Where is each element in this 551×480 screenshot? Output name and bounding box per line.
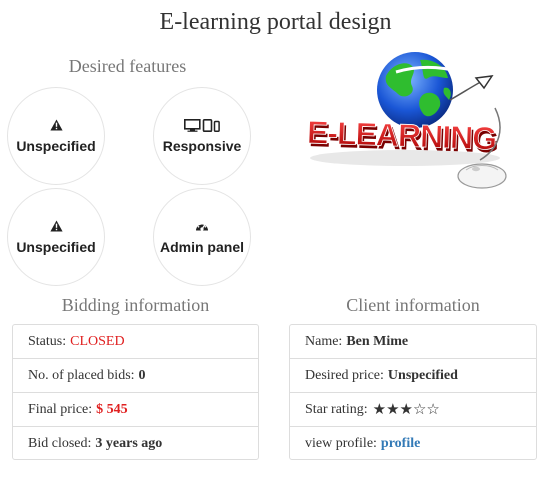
e-learning-logo: E-LEARNING E-LEARNING bbox=[300, 48, 530, 198]
star-empty-icon: ☆ bbox=[412, 400, 427, 418]
desired-price-value: Unspecified bbox=[387, 367, 458, 383]
feature-label: Admin panel bbox=[159, 239, 244, 255]
status-label: Status: bbox=[28, 333, 67, 349]
dashboard-icon bbox=[195, 219, 209, 233]
warning-icon bbox=[49, 118, 63, 132]
page-title: E-learning portal design bbox=[159, 9, 392, 35]
desired-price-row: Desired price: Unspecified bbox=[290, 359, 536, 393]
final-price-label: Final price: bbox=[28, 401, 93, 417]
feature-unspecified-2: Unspecified bbox=[7, 188, 105, 286]
view-profile-row: view profile: profile bbox=[290, 427, 536, 461]
star-filled-icon: ★ bbox=[386, 400, 400, 418]
star-filled-icon: ★ bbox=[372, 400, 387, 418]
logo-text: E-LEARNING bbox=[306, 114, 496, 157]
warning-icon bbox=[49, 219, 63, 233]
star-rating: ★ ★ ★ ☆ ☆ bbox=[373, 402, 440, 417]
feature-label: Unspecified bbox=[16, 138, 96, 154]
client-heading: Client information bbox=[346, 295, 480, 315]
star-empty-icon: ☆ bbox=[426, 400, 440, 418]
devices-icon bbox=[184, 118, 220, 132]
bidding-heading: Bidding information bbox=[61, 295, 210, 315]
client-name-value: Ben Mime bbox=[346, 333, 409, 349]
status-badge: CLOSED bbox=[70, 333, 125, 349]
bids-count-row: No. of placed bids: 0 bbox=[13, 359, 258, 393]
desired-price-label: Desired price: bbox=[305, 367, 384, 383]
client-name-label: Name: bbox=[305, 333, 343, 349]
status-row: Status: CLOSED bbox=[13, 325, 258, 359]
feature-label: Responsive bbox=[162, 138, 242, 154]
bid-closed-value: 3 years ago bbox=[95, 436, 163, 451]
bids-count-value: 0 bbox=[138, 367, 146, 383]
star-rating-label: Star rating: bbox=[305, 401, 368, 417]
star-rating-row: Star rating: ★ ★ ★ ☆ ☆ bbox=[290, 393, 536, 427]
feature-admin-panel: Admin panel bbox=[153, 188, 251, 286]
bids-count-label: No. of placed bids: bbox=[28, 367, 135, 383]
features-heading: Desired features bbox=[68, 56, 187, 76]
final-price-row: Final price: $ 545 bbox=[13, 393, 258, 427]
feature-responsive: Responsive bbox=[153, 87, 251, 185]
bidding-info-panel: Status: CLOSED No. of placed bids: 0 Fin… bbox=[12, 324, 259, 460]
view-profile-label: view profile: bbox=[305, 436, 377, 451]
bid-closed-row: Bid closed: 3 years ago bbox=[13, 427, 258, 461]
final-price-value: $ 545 bbox=[96, 401, 128, 417]
client-name-row: Name: Ben Mime bbox=[290, 325, 536, 359]
star-filled-icon: ★ bbox=[399, 400, 413, 418]
bid-closed-label: Bid closed: bbox=[28, 436, 92, 451]
client-info-panel: Name: Ben Mime Desired price: Unspecifie… bbox=[289, 324, 537, 460]
profile-link[interactable]: profile bbox=[381, 436, 420, 452]
feature-label: Unspecified bbox=[16, 239, 96, 255]
feature-unspecified-1: Unspecified bbox=[7, 87, 105, 185]
